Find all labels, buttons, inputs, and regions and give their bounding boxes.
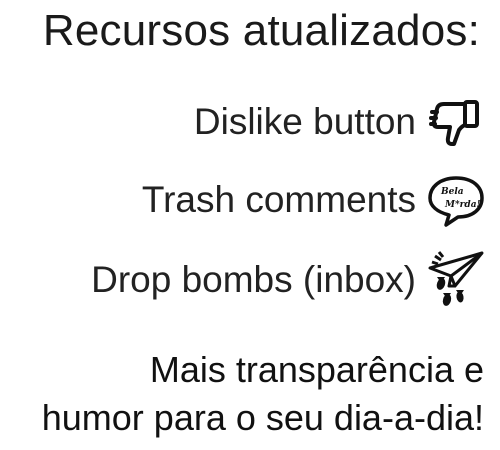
tagline: Mais transparência e humor para o seu di…	[42, 346, 484, 442]
feature-dislike-button: Dislike button	[194, 89, 486, 155]
tagline-line-2: humor para o seu dia-a-dia!	[41, 397, 484, 438]
feature-label: Drop bombs (inbox)	[91, 259, 416, 300]
bubble-text-2: M*rda!	[444, 200, 481, 210]
feature-label: Trash comments	[141, 179, 416, 220]
thumbs-down-icon	[426, 92, 486, 152]
bubble-text-1: Bela	[440, 187, 464, 197]
page-title: Recursos atualizados:	[42, 6, 480, 55]
feature-drop-bombs: Drop bombs (inbox)	[91, 247, 486, 313]
feature-label: Dislike button	[193, 101, 416, 142]
paper-plane-bombs-icon	[426, 250, 486, 310]
tagline-line-1: Mais transparência e	[149, 349, 484, 390]
feature-trash-comments: Trash comments Bela M*rda!	[142, 167, 486, 233]
speech-bubble-icon: Bela M*rda!	[426, 170, 486, 230]
